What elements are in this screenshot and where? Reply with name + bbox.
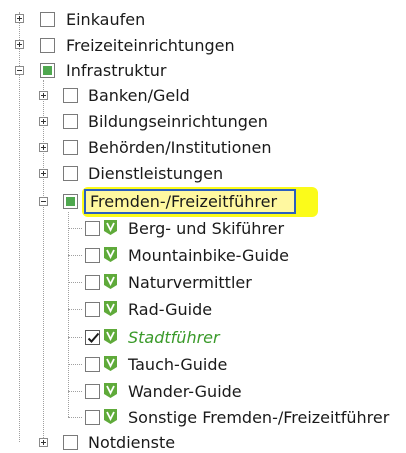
expand-freizeiteinrichtungen-icon[interactable] bbox=[15, 40, 24, 49]
checkbox-bergfuehrer[interactable] bbox=[85, 221, 100, 236]
tree-line-root bbox=[19, 12, 20, 442]
tree-hline bbox=[68, 282, 82, 283]
label-tauch-guide[interactable]: Tauch-Guide bbox=[128, 355, 227, 375]
expand-behoerden-icon[interactable] bbox=[39, 143, 48, 152]
tree-line-infra bbox=[43, 80, 44, 442]
expand-notdienste-icon[interactable] bbox=[39, 438, 48, 447]
expand-dienstleistungen-icon[interactable] bbox=[39, 169, 48, 178]
checkbox-infrastruktur[interactable] bbox=[40, 63, 55, 78]
checkbox-freizeiteinrichtungen[interactable] bbox=[40, 38, 55, 53]
expand-banken-icon[interactable] bbox=[39, 91, 48, 100]
tree-line-guides bbox=[68, 212, 69, 417]
checkbox-sonstige[interactable] bbox=[85, 410, 100, 425]
label-behoerden[interactable]: Behörden/Institutionen bbox=[88, 138, 272, 158]
label-banken[interactable]: Banken/Geld bbox=[88, 86, 190, 106]
tree-hline bbox=[68, 309, 82, 310]
tree-hline bbox=[68, 228, 82, 229]
green-v-badge-icon bbox=[104, 409, 117, 424]
label-einkaufen[interactable]: Einkaufen bbox=[66, 10, 145, 30]
tree-hline bbox=[68, 255, 82, 256]
green-v-badge-icon bbox=[104, 220, 117, 235]
green-v-badge-icon bbox=[104, 247, 117, 262]
label-naturvermittler[interactable]: Naturvermittler bbox=[128, 273, 252, 293]
checkbox-bildung[interactable] bbox=[63, 114, 78, 129]
label-notdienste[interactable]: Notdienste bbox=[88, 433, 175, 453]
checkbox-stadtfuehrer[interactable] bbox=[85, 330, 100, 345]
label-freizeiteinrichtungen[interactable]: Freizeiteinrichtungen bbox=[66, 36, 235, 56]
collapse-fremdenfuehrer-icon[interactable] bbox=[39, 197, 48, 206]
expand-einkaufen-icon[interactable] bbox=[15, 14, 24, 23]
label-sonstige[interactable]: Sonstige Fremden-/Freizeitführer bbox=[128, 408, 389, 428]
expand-bildung-icon[interactable] bbox=[39, 117, 48, 126]
green-v-badge-icon bbox=[104, 301, 117, 316]
checkbox-tauch-guide[interactable] bbox=[85, 357, 100, 372]
label-dienstleistungen[interactable]: Dienstleistungen bbox=[88, 164, 223, 184]
checkbox-mountainbike[interactable] bbox=[85, 248, 100, 263]
tree-hline bbox=[68, 364, 82, 365]
collapse-infrastruktur-icon[interactable] bbox=[15, 66, 24, 75]
green-v-badge-icon bbox=[104, 274, 117, 289]
label-rad-guide[interactable]: Rad-Guide bbox=[128, 300, 212, 320]
tree-hline bbox=[68, 337, 82, 338]
green-v-badge-icon bbox=[104, 383, 117, 398]
label-fremdenfuehrer[interactable]: Fremden-/Freizeitführer bbox=[90, 192, 277, 212]
tree-hline bbox=[68, 417, 82, 418]
label-infrastruktur[interactable]: Infrastruktur bbox=[66, 61, 166, 81]
label-stadtfuehrer[interactable]: Stadtführer bbox=[128, 328, 220, 348]
checkbox-naturvermittler[interactable] bbox=[85, 275, 100, 290]
checkbox-fremdenfuehrer[interactable] bbox=[63, 194, 78, 209]
checkbox-banken[interactable] bbox=[63, 88, 78, 103]
green-v-badge-icon bbox=[104, 356, 117, 371]
checkbox-behoerden[interactable] bbox=[63, 140, 78, 155]
checkbox-wander-guide[interactable] bbox=[85, 384, 100, 399]
green-v-badge-icon bbox=[104, 329, 117, 344]
label-bildung[interactable]: Bildungseinrichtungen bbox=[88, 112, 268, 132]
checkbox-dienstleistungen[interactable] bbox=[63, 166, 78, 181]
check-icon bbox=[87, 332, 100, 343]
label-wander-guide[interactable]: Wander-Guide bbox=[128, 382, 242, 402]
tree-hline bbox=[68, 391, 82, 392]
checkbox-notdienste[interactable] bbox=[63, 435, 78, 450]
label-mountainbike[interactable]: Mountainbike-Guide bbox=[128, 246, 289, 266]
label-bergfuehrer[interactable]: Berg- und Skiführer bbox=[128, 219, 284, 239]
checkbox-rad-guide[interactable] bbox=[85, 302, 100, 317]
checkbox-einkaufen[interactable] bbox=[40, 12, 55, 27]
